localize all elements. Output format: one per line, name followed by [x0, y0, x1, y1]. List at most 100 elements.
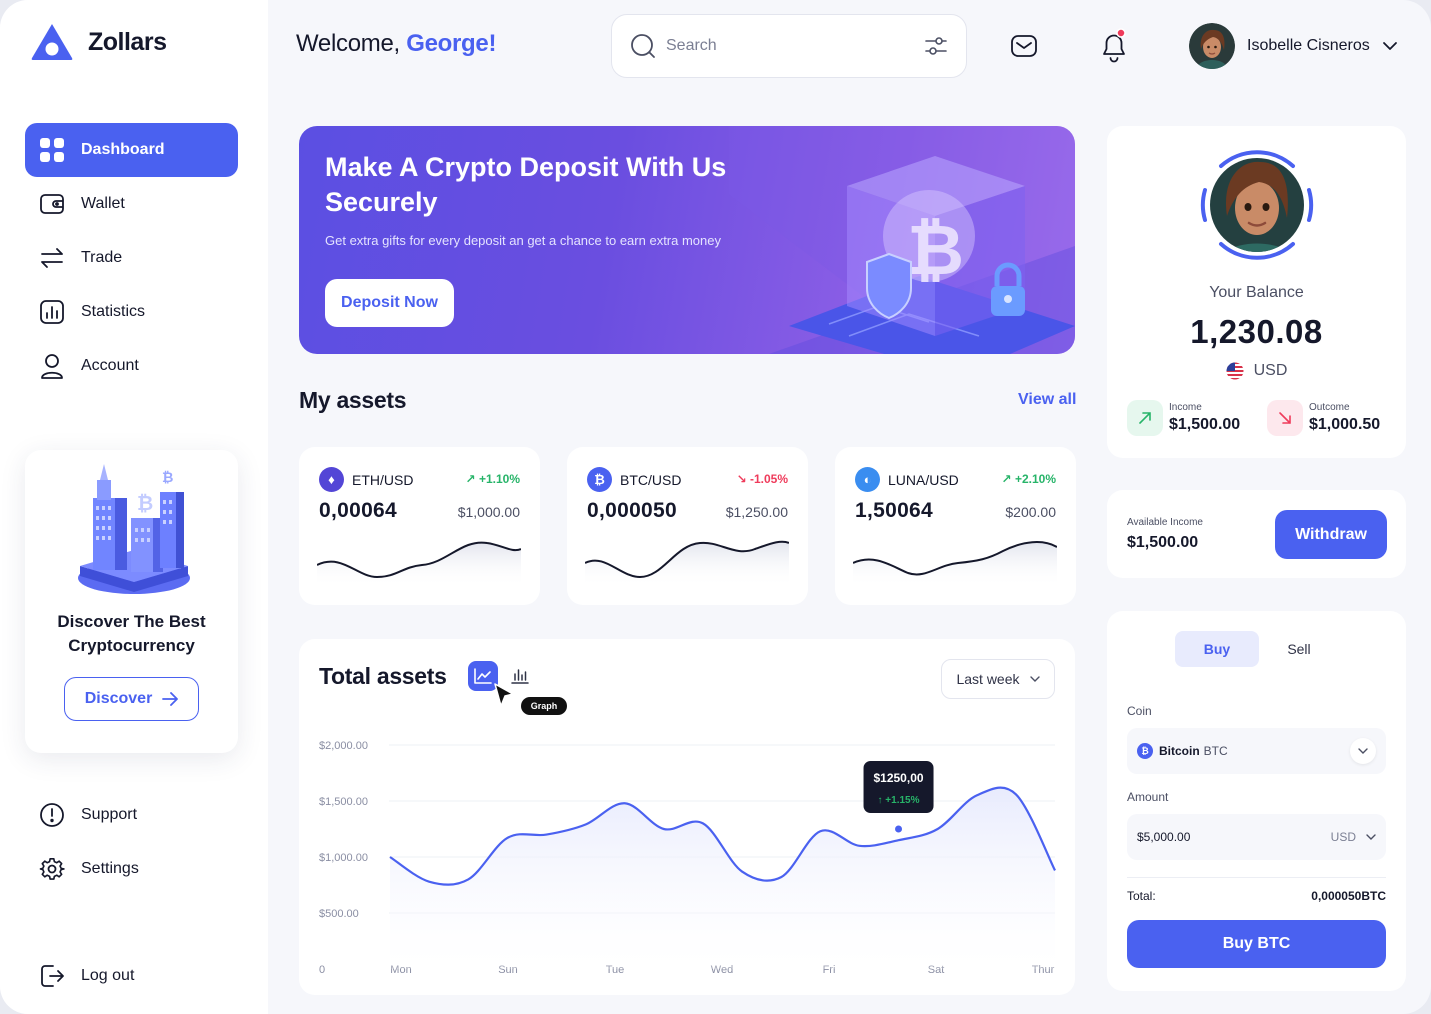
- tab-buy[interactable]: Buy: [1175, 631, 1259, 667]
- asset-pair: ETH/USD: [352, 471, 414, 488]
- withdraw-button[interactable]: Withdraw: [1275, 510, 1387, 559]
- search-bar: [611, 14, 967, 78]
- amount-currency[interactable]: USD: [1331, 830, 1356, 844]
- logo-icon: [31, 24, 73, 60]
- line-chart-icon: [474, 668, 492, 684]
- outcome-value: $1,000.50: [1309, 416, 1381, 433]
- profile-avatar: [1200, 150, 1314, 260]
- buy-btc-button[interactable]: Buy BTC: [1127, 920, 1386, 968]
- welcome-prefix: Welcome,: [296, 30, 400, 57]
- period-select[interactable]: Last week: [941, 659, 1055, 699]
- promo-card: ₿ ₿ Discover The Best Cryptocurrency Dis…: [25, 450, 238, 753]
- sidebar-item-statistics[interactable]: Statistics: [25, 285, 238, 339]
- asset-amount: 0,000050: [587, 499, 677, 522]
- arrow-up-right-icon: ↗: [1001, 472, 1012, 486]
- sidebar-item-trade[interactable]: Trade: [25, 231, 238, 285]
- income-value: $1,500.00: [1169, 416, 1241, 433]
- y-tick-label: 0: [319, 964, 325, 976]
- sidebar-item-label: Dashboard: [81, 141, 165, 158]
- coin-label: Coin: [1127, 704, 1152, 718]
- sidebar: Zollars Dashboard Wallet Trade Statistic…: [0, 0, 268, 1014]
- amount-field[interactable]: $5,000.00 USD: [1127, 814, 1386, 860]
- discover-button-label: Discover: [84, 690, 153, 707]
- asset-card-eth[interactable]: ♦ ETH/USD ↗ +1.10% 0,00064 $1,000.00: [299, 447, 540, 605]
- income-label: Income: [1169, 402, 1202, 413]
- user-icon: [39, 353, 65, 379]
- y-tick-label: $1,500.00: [319, 796, 368, 808]
- notification-button[interactable]: [1099, 28, 1129, 64]
- svg-text:₿: ₿: [907, 209, 964, 291]
- crypto-city-illustration: ₿ ₿: [78, 464, 190, 594]
- total-value: 0,000050BTC: [1311, 889, 1386, 903]
- asset-change: ↘ -1.05%: [737, 472, 788, 486]
- deposit-banner: ₿ Make A Crypto Deposit With Us Securely…: [299, 126, 1075, 354]
- asset-change-value: +1.10%: [478, 472, 520, 486]
- asset-usd-value: $1,250.00: [725, 504, 788, 520]
- tooltip-value: $1250,00: [873, 771, 923, 785]
- sidebar-item-label: Settings: [81, 860, 139, 877]
- income-stat: Income $1,500.00: [1127, 400, 1240, 436]
- promo-title: Discover The Best Cryptocurrency: [57, 612, 206, 655]
- bitcoin-icon: ₿: [1137, 743, 1153, 759]
- balance-label: Your Balance: [1209, 284, 1304, 301]
- user-menu[interactable]: Isobelle Cisneros: [1189, 23, 1398, 69]
- asset-usd-value: $200.00: [1005, 504, 1056, 520]
- search-icon: [631, 34, 655, 58]
- btc-coin-icon: ₿: [587, 467, 612, 492]
- logo[interactable]: Zollars: [30, 22, 167, 62]
- sidebar-item-label: Trade: [81, 249, 123, 266]
- sidebar-item-dashboard[interactable]: Dashboard: [25, 123, 238, 177]
- mail-icon: [1011, 35, 1037, 57]
- banner-subtitle: Get extra gifts for every deposit an get…: [325, 233, 721, 248]
- balance-value: 1,230.08: [1190, 313, 1323, 350]
- mail-button[interactable]: [1009, 28, 1039, 64]
- avatar: [1189, 23, 1235, 69]
- arrow-down-right-icon: ↘: [736, 472, 747, 486]
- cursor-arrow-icon: [494, 683, 514, 707]
- view-all-link[interactable]: View all: [1018, 391, 1076, 409]
- sidebar-item-support[interactable]: Support: [25, 788, 238, 842]
- graph-tooltip: Graph: [521, 697, 567, 715]
- logout-button[interactable]: Log out: [25, 949, 238, 1003]
- sidebar-item-label: Statistics: [81, 303, 146, 320]
- tab-sell[interactable]: Sell: [1257, 631, 1341, 667]
- outcome-stat: Outcome $1,000.50: [1267, 400, 1380, 436]
- svg-text:₿: ₿: [137, 491, 153, 515]
- sidebar-item-settings[interactable]: Settings: [25, 842, 238, 896]
- chevron-down-icon: [1350, 738, 1376, 764]
- gear-icon: [39, 856, 65, 882]
- asset-change-value: -1.05%: [749, 472, 788, 486]
- total-assets-card: $2,000.00 $1,500.00 $1,000.00 $500.00 0 Mon Su…: [299, 639, 1075, 995]
- coin-select[interactable]: ₿ Bitcoin BTC: [1127, 728, 1386, 774]
- asset-card-btc[interactable]: ₿ BTC/USD ↘ -1.05% 0,000050 $1,250.00: [567, 447, 808, 605]
- chevron-down-icon: [1029, 676, 1040, 682]
- svg-text:₿: ₿: [162, 470, 173, 486]
- sidebar-bottom-nav: Support Settings: [25, 788, 238, 896]
- highlight-point: [893, 823, 905, 835]
- outcome-label: Outcome: [1309, 402, 1350, 413]
- y-tick-label: $500.00: [319, 908, 359, 920]
- eth-coin-icon: ♦: [319, 467, 344, 492]
- deposit-now-button[interactable]: Deposit Now: [325, 279, 454, 327]
- asset-card-luna[interactable]: ◐ LUNA/USD ↗ +2.10% 1,50064 $200.00: [835, 447, 1076, 605]
- sidebar-nav: Dashboard Wallet Trade Statistics Accoun…: [25, 123, 238, 393]
- sidebar-item-account[interactable]: Account: [25, 339, 238, 393]
- asset-amount: 0,00064: [319, 499, 398, 522]
- app-window: Zollars Dashboard Wallet Trade Statistic…: [0, 0, 1431, 1014]
- sidebar-item-label: Support: [81, 806, 138, 823]
- balance-currency-code: USD: [1253, 362, 1288, 379]
- chevron-down-icon: [1366, 834, 1376, 840]
- period-select-value: Last week: [956, 671, 1020, 687]
- asset-change-value: +2.10%: [1014, 472, 1056, 486]
- total-assets-title: Total assets: [319, 663, 447, 689]
- asset-change: ↗ +2.10%: [1002, 472, 1056, 486]
- buy-sell-card: Buy Sell Coin ₿ Bitcoin BTC Amount $5,00…: [1107, 611, 1406, 991]
- banner-title: Make A Crypto Deposit With Us Securely: [325, 152, 727, 217]
- crypto-vault-illustration: ₿: [729, 126, 1075, 354]
- available-income-value: $1,500.00: [1127, 534, 1199, 551]
- sidebar-item-wallet[interactable]: Wallet: [25, 177, 238, 231]
- search-input[interactable]: [666, 37, 924, 55]
- tooltip-change: ↑ +1.15%: [878, 795, 920, 806]
- filter-icon[interactable]: [924, 34, 948, 58]
- discover-button[interactable]: Discover: [64, 677, 199, 721]
